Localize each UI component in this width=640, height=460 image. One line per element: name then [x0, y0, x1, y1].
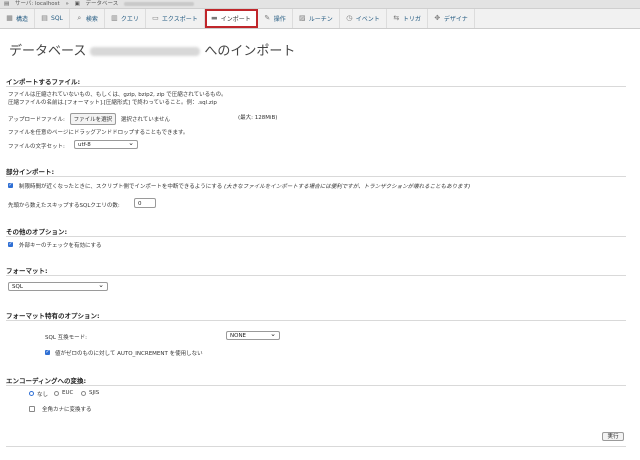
upload-row: アップロードファイル: ファイルを選択 選択されていません	[8, 113, 170, 125]
tab-import[interactable]: ▬ インポート	[204, 9, 258, 28]
page-title: データベース へのインポート	[9, 44, 296, 59]
table-icon: ▦	[6, 14, 13, 22]
breadcrumb-server[interactable]: サーバ: localhost	[15, 0, 60, 8]
tab-label: 操作	[273, 16, 286, 23]
breadcrumb-database[interactable]: データベース	[86, 0, 119, 8]
format-options-section: フォーマット特有のオプション:	[6, 310, 626, 321]
sql-icon: ▤	[41, 14, 48, 22]
no-file-text: 選択されていません	[120, 117, 171, 123]
export-icon: ▭	[152, 14, 159, 22]
fk-label: 外部キーのチェックを有効にする	[19, 243, 102, 249]
tab-designer[interactable]: ✥ デザイナ	[428, 9, 475, 28]
database-icon: ▣	[74, 1, 80, 7]
query-icon: ▥	[111, 14, 118, 22]
tab-label: インポート	[220, 16, 251, 23]
search-icon: ⌕	[77, 14, 82, 22]
partial-section-heading: 部分インポート:	[6, 168, 55, 176]
format-select[interactable]: SQL	[8, 281, 108, 291]
encoding-sjis-label: SJIS	[89, 390, 100, 396]
interrupt-note: (大きなファイルをインポートする場合には便利ですが、トランザクションが壊れること…	[224, 184, 471, 190]
blurred-database-name	[90, 47, 201, 56]
tab-trigger[interactable]: ⇆ トリガ	[387, 9, 428, 28]
encoding-section-heading: エンコーディングへの変換:	[6, 377, 87, 385]
tab-export[interactable]: ▭ エクスポート	[146, 9, 205, 28]
encoding-euc-label: EUC	[62, 390, 74, 396]
tab-label: 構造	[16, 16, 29, 23]
interrupt-label: 制限時間が近くなったときに、スクリプト側でインポートを中断できるようにする	[19, 184, 223, 190]
other-section-heading: その他のオプション:	[6, 228, 68, 236]
compat-label: SQL 互換モード:	[45, 335, 87, 341]
wrench-icon: ✎	[264, 14, 271, 22]
skip-label: 先頭から数えたスキップするSQLクエリの数:	[8, 203, 120, 209]
auto-increment-label: 値がゼロのものに対して AUTO_INCREMENT を使用しない	[55, 351, 203, 357]
breadcrumb-bar: ▤ サーバ: localhost » ▣ データベース	[0, 0, 640, 9]
server-icon: ▤	[4, 1, 10, 7]
tab-wrench[interactable]: ✎ 操作	[258, 9, 293, 28]
file-section: インポートするファイル:	[6, 76, 626, 87]
other-section: その他のオプション:	[6, 226, 626, 237]
drag-hint: ファイルを任意のページにドラッグアンドドロップすることもできます。	[8, 130, 189, 136]
tab-search[interactable]: ⌕ 検索	[70, 9, 105, 28]
partial-section: 部分インポート:	[6, 166, 626, 177]
charset-label: ファイルの文字セット:	[8, 144, 65, 150]
format-section-heading: フォーマット:	[6, 267, 48, 275]
tab-label: 検索	[85, 16, 98, 23]
import-icon: ▬	[210, 14, 218, 22]
encoding-none-radio[interactable]	[29, 391, 34, 396]
tab-bar: ▦ 構造 ▤ SQL ⌕ 検索 ▥ クエリ ▭ エクスポート ▬ インポート ✎ 操作 ▨ ルーチン ◷ イベント…	[0, 9, 640, 29]
encoding-sjis-radio[interactable]	[81, 391, 86, 396]
tab-label: クエリ	[120, 16, 139, 23]
tab-label: エクスポート	[161, 16, 198, 23]
kana-label: 全角カナに変換する	[42, 407, 92, 413]
go-button[interactable]: 実行	[602, 432, 624, 441]
tab-label: SQL	[51, 15, 63, 22]
blurred-database-name	[124, 1, 195, 6]
routine-icon: ▨	[298, 14, 306, 22]
tab-label: イベント	[355, 16, 380, 23]
format-section: フォーマット:	[6, 265, 626, 276]
encoding-section: エンコーディングへの変換:	[6, 375, 626, 386]
clock-icon: ◷	[346, 14, 353, 22]
choose-file-button[interactable]: ファイルを選択	[69, 113, 117, 125]
tab-label: トリガ	[402, 16, 421, 23]
tab-clock[interactable]: ◷ イベント	[340, 9, 387, 28]
divider	[6, 446, 626, 447]
interrupt-row: 制限時間が近くなったときに、スクリプト側でインポートを中断できるようにする (大…	[19, 182, 470, 190]
format-options-heading: フォーマット特有のオプション:	[6, 312, 100, 320]
charset-select[interactable]: utf-8	[74, 139, 138, 149]
kana-checkbox[interactable]	[29, 406, 35, 412]
compat-select[interactable]: NONE	[226, 330, 280, 340]
encoding-none-label: なし	[37, 392, 49, 398]
tab-label: ルーチン	[308, 16, 333, 23]
fk-checkbox[interactable]	[8, 241, 13, 247]
file-help-line1: ファイルは圧縮されていないもの、もしくは、gzip, bzip2, zip で圧…	[8, 92, 227, 98]
tab-query[interactable]: ▥ クエリ	[105, 9, 146, 28]
trigger-icon: ⇆	[393, 14, 400, 22]
upload-label: アップロードファイル:	[8, 117, 65, 123]
file-help-line2: 圧縮ファイルの名前は.[フォーマット].[圧縮形式] で終わっていること。例：.…	[8, 100, 217, 106]
tab-table[interactable]: ▦ 構造	[0, 9, 36, 28]
tab-label: デザイナ	[443, 16, 468, 23]
tab-sql[interactable]: ▤ SQL	[35, 9, 70, 28]
designer-icon: ✥	[434, 14, 441, 22]
skip-input[interactable]: 0	[134, 198, 156, 208]
tab-routine[interactable]: ▨ ルーチン	[293, 9, 340, 28]
encoding-euc-radio[interactable]	[54, 391, 59, 396]
file-section-heading: インポートするファイル:	[6, 78, 81, 86]
auto-increment-checkbox[interactable]	[45, 349, 50, 355]
interrupt-checkbox[interactable]	[8, 182, 13, 188]
max-size-text: (最大: 128MiB)	[238, 115, 278, 121]
